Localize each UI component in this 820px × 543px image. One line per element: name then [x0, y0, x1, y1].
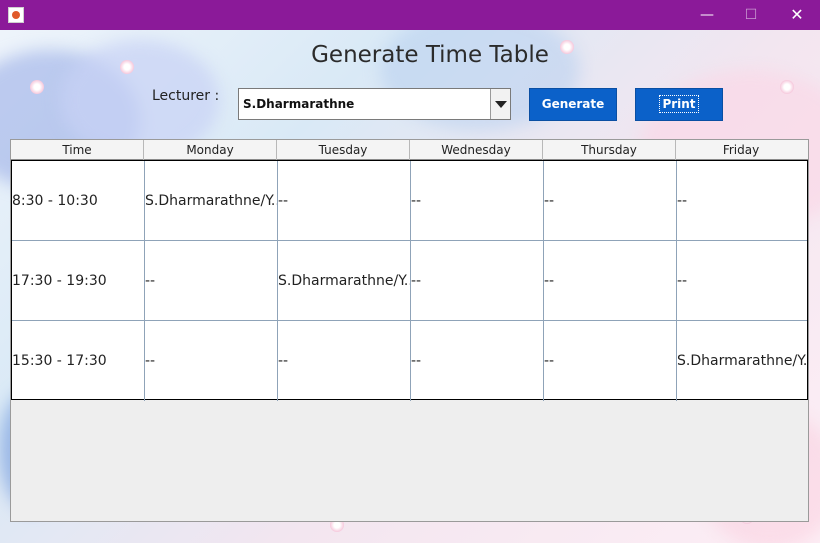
table-cell[interactable]: 8:30 - 10:30 — [12, 161, 145, 241]
page-title: Generate Time Table — [311, 42, 549, 68]
java-app-icon — [8, 7, 24, 23]
minimize-button[interactable]: — — [684, 0, 730, 30]
table-row[interactable]: 17:30 - 19:30 -- S.Dharmarathne/Y... -- … — [12, 241, 807, 321]
petal-decoration — [30, 80, 44, 94]
table-row[interactable]: 8:30 - 10:30 S.Dharmarathne/Y... -- -- -… — [12, 161, 807, 241]
lecturer-selected-value: S.Dharmarathne — [243, 97, 355, 111]
table-cell[interactable]: -- — [278, 321, 411, 401]
table-cell[interactable]: -- — [145, 241, 278, 321]
table-cell[interactable]: -- — [411, 161, 544, 241]
table-cell[interactable]: -- — [544, 241, 677, 321]
table-cell[interactable]: -- — [677, 161, 807, 241]
generate-button[interactable]: Generate — [529, 88, 617, 121]
table-header: Time Monday Tuesday Wednesday Thursday F… — [11, 140, 808, 160]
table-cell[interactable]: S.Dharmarathne/Y... — [278, 241, 411, 321]
print-button-label: Print — [659, 95, 699, 113]
lecturer-select[interactable]: S.Dharmarathne — [238, 88, 511, 120]
table-row[interactable]: 15:30 - 17:30 -- -- -- -- S.Dharmarathne… — [12, 321, 807, 401]
column-header-friday[interactable]: Friday — [676, 140, 806, 160]
title-bar: — ☐ ✕ — [0, 0, 820, 30]
table-cell[interactable]: -- — [411, 321, 544, 401]
chevron-down-icon[interactable] — [490, 89, 510, 119]
table-cell[interactable]: 15:30 - 17:30 — [12, 321, 145, 401]
table-cell[interactable]: -- — [145, 321, 278, 401]
table-cell[interactable]: -- — [677, 241, 807, 321]
column-header-monday[interactable]: Monday — [144, 140, 277, 160]
window-content: Generate Time Table Lecturer : S.Dharmar… — [0, 30, 820, 543]
table-cell[interactable]: S.Dharmarathne/Y... — [145, 161, 278, 241]
column-header-time[interactable]: Time — [11, 140, 144, 160]
column-header-tuesday[interactable]: Tuesday — [277, 140, 410, 160]
petal-decoration — [780, 80, 794, 94]
close-button[interactable]: ✕ — [774, 0, 820, 30]
table-cell[interactable]: -- — [278, 161, 411, 241]
table-cell[interactable]: -- — [544, 321, 677, 401]
table-cell[interactable]: S.Dharmarathne/Y... — [677, 321, 807, 401]
table-cell[interactable]: -- — [411, 241, 544, 321]
maximize-button[interactable]: ☐ — [728, 0, 774, 30]
table-cell[interactable]: 17:30 - 19:30 — [12, 241, 145, 321]
column-header-wednesday[interactable]: Wednesday — [410, 140, 543, 160]
timetable-scroll-pane[interactable]: Time Monday Tuesday Wednesday Thursday F… — [10, 139, 809, 522]
timetable-body: 8:30 - 10:30 S.Dharmarathne/Y... -- -- -… — [11, 160, 808, 401]
print-button[interactable]: Print — [635, 88, 723, 121]
table-cell[interactable]: -- — [544, 161, 677, 241]
lecturer-label: Lecturer : — [152, 88, 220, 104]
column-header-thursday[interactable]: Thursday — [543, 140, 676, 160]
